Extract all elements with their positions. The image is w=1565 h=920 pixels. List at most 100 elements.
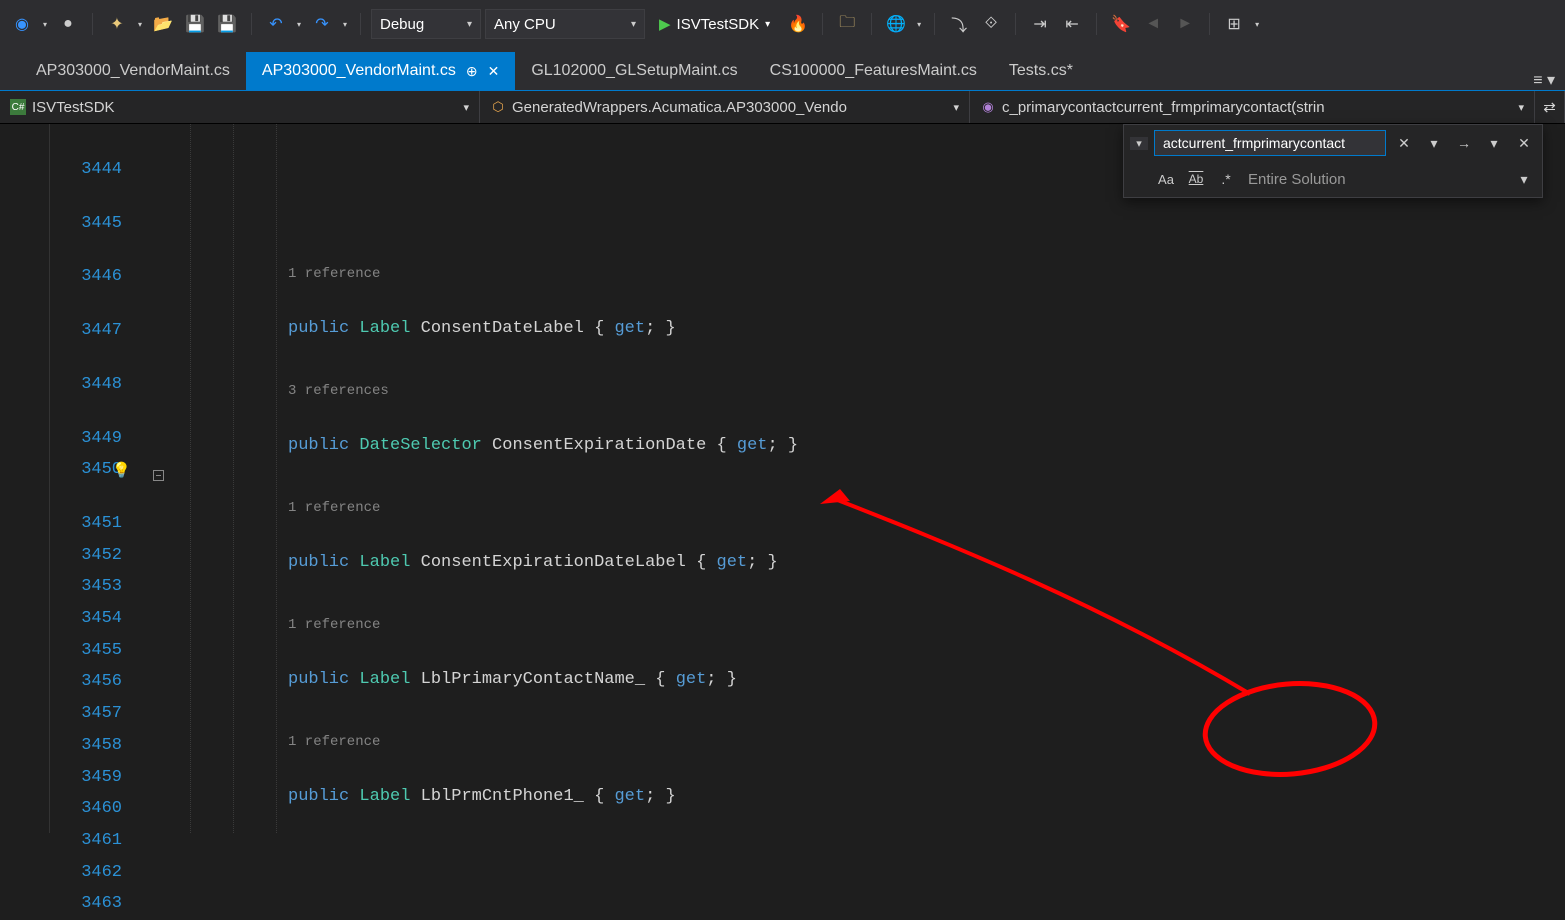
method-icon: ◉ xyxy=(980,99,996,115)
find-in-files-icon[interactable]: 🗀 xyxy=(833,10,861,38)
expand-replace-toggle[interactable]: ▾ xyxy=(1130,137,1148,150)
lineno xyxy=(50,239,122,261)
lineno: 3445 xyxy=(50,208,122,240)
tab-label: CS100000_FeaturesMaint.cs xyxy=(770,62,977,80)
match-case-icon[interactable]: Aa xyxy=(1154,167,1178,191)
whole-word-icon[interactable]: Ab xyxy=(1184,167,1208,191)
tab-tests[interactable]: Tests.cs* xyxy=(993,52,1089,90)
open-folder-icon[interactable]: 📂 xyxy=(149,10,177,38)
lineno: 3448 xyxy=(50,369,122,401)
lightbulb-icon[interactable]: 💡 xyxy=(112,461,131,479)
lineno: 3456 xyxy=(50,666,122,698)
find-panel-close-icon[interactable]: ✕ xyxy=(1512,131,1536,155)
lineno xyxy=(50,186,122,208)
lineno xyxy=(50,132,122,154)
lineno: 3457 xyxy=(50,698,122,730)
step-into-icon[interactable]: ⤵ xyxy=(945,10,973,38)
tab-vendor-active[interactable]: AP303000_VendorMaint.cs ⊕ ✕ xyxy=(246,52,515,90)
editor[interactable]: 3444 3445 3446 3447 3448 3449 3450 3451 … xyxy=(0,124,1565,833)
separator xyxy=(871,13,872,35)
close-icon[interactable]: ✕ xyxy=(488,63,500,80)
chevron-down-icon: ▾ xyxy=(1518,101,1524,114)
lineno xyxy=(50,293,122,315)
find-scope-label[interactable]: Entire Solution xyxy=(1244,171,1506,188)
hot-reload-icon[interactable]: 🔥 xyxy=(784,10,812,38)
find-close-icon[interactable]: ✕ xyxy=(1392,131,1416,155)
chevron-down-icon: ▾ xyxy=(953,101,959,114)
scope-dropdown-icon[interactable]: ▾ xyxy=(1512,167,1536,191)
tab-label: Tests.cs* xyxy=(1009,62,1073,80)
lineno: 3449 xyxy=(50,423,122,455)
lineno xyxy=(50,347,122,369)
step-over-icon[interactable]: ⟐ xyxy=(977,10,1005,38)
nav-project-label: ISVTestSDK xyxy=(32,99,115,116)
codelens[interactable]: 1 reference xyxy=(168,610,1565,632)
class-icon: ⬡ xyxy=(490,99,506,115)
nav-member-dropdown[interactable]: ◉ c_primarycontactcurrent_frmprimarycont… xyxy=(970,91,1535,123)
navigation-bar: C# ISVTestSDK ▾ ⬡ GeneratedWrappers.Acum… xyxy=(0,90,1565,124)
find-dropdown-icon[interactable]: ▾ xyxy=(1422,131,1446,155)
lineno xyxy=(50,486,122,508)
separator xyxy=(822,13,823,35)
lineno: 3451 xyxy=(50,508,122,540)
redo-icon[interactable]: ↷ xyxy=(308,10,336,38)
nav-class-dropdown[interactable]: ⬡ GeneratedWrappers.Acumatica.AP303000_V… xyxy=(480,91,970,123)
undo-icon[interactable]: ↶ xyxy=(262,10,290,38)
nav-back-button[interactable]: ◉ xyxy=(8,10,36,38)
main-toolbar: ◉ ▾ ● ✦ ▾ 📂 💾 💾 ↶ ▾ ↷ ▾ Debug ▾ Any CPU … xyxy=(0,0,1565,48)
save-all-icon[interactable]: 💾 xyxy=(213,10,241,38)
tab-features[interactable]: CS100000_FeaturesMaint.cs xyxy=(754,52,993,90)
extensions-menu[interactable]: ▾ xyxy=(1252,16,1262,32)
lineno: 3452 xyxy=(50,540,122,572)
codelens[interactable]: 1 reference xyxy=(168,493,1565,515)
tab-vendor-inactive[interactable]: AP303000_VendorMaint.cs xyxy=(20,52,246,90)
lineno: 3460 xyxy=(50,793,122,825)
platform-dropdown[interactable]: Any CPU ▾ xyxy=(485,9,645,39)
outdent-icon[interactable]: ⇤ xyxy=(1058,10,1086,38)
pin-icon[interactable]: ⊕ xyxy=(466,63,478,80)
find-menu-icon[interactable]: ▾ xyxy=(1482,131,1506,155)
codelens[interactable]: 1 reference xyxy=(168,259,1565,281)
code-content[interactable]: 1 reference public Label ConsentDateLabe… xyxy=(168,124,1565,833)
find-input[interactable] xyxy=(1154,130,1386,156)
start-debug-button[interactable]: ▶ ISVTestSDK ▾ xyxy=(649,9,780,39)
separator xyxy=(92,13,93,35)
regex-icon[interactable]: .* xyxy=(1214,167,1238,191)
nav-swap-button[interactable]: ⇄ xyxy=(1535,91,1565,123)
config-dropdown[interactable]: Debug ▾ xyxy=(371,9,481,39)
nav-forward-button[interactable]: ● xyxy=(54,10,82,38)
tab-overflow[interactable]: ≡ ▾ xyxy=(1533,70,1565,90)
codelens[interactable]: 3 references xyxy=(168,376,1565,398)
platform-value: Any CPU xyxy=(494,16,556,33)
codelens[interactable]: 1 reference xyxy=(168,727,1565,749)
next-bookmark-icon[interactable]: ► xyxy=(1171,10,1199,38)
lineno: 3461 xyxy=(50,825,122,857)
chevron-down-icon: ▾ xyxy=(765,19,770,30)
redo-menu[interactable]: ▾ xyxy=(340,16,350,32)
lineno: 3462 xyxy=(50,857,122,889)
find-panel: ▾ ✕ ▾ → ▾ ✕ Aa Ab .* Entire Solution ▾ xyxy=(1123,124,1543,198)
lineno: 3454 xyxy=(50,603,122,635)
bookmark-icon[interactable]: 🔖 xyxy=(1107,10,1135,38)
extensions-icon[interactable]: ⊞ xyxy=(1220,10,1248,38)
chevron-down-icon: ▾ xyxy=(463,101,469,114)
lineno: 3459 xyxy=(50,762,122,794)
lineno: 3458 xyxy=(50,730,122,762)
indent-icon[interactable]: ⇥ xyxy=(1026,10,1054,38)
new-file-menu[interactable]: ▾ xyxy=(135,16,145,32)
find-next-icon[interactable]: → xyxy=(1452,131,1476,155)
nav-back-menu[interactable]: ▾ xyxy=(40,16,50,32)
undo-menu[interactable]: ▾ xyxy=(294,16,304,32)
fold-toggle[interactable] xyxy=(153,470,164,481)
lineno: 3455 xyxy=(50,635,122,667)
lineno: 3444 xyxy=(50,154,122,186)
browser-link-menu[interactable]: ▾ xyxy=(914,16,924,32)
nav-project-dropdown[interactable]: C# ISVTestSDK ▾ xyxy=(0,91,480,123)
tab-glsetup[interactable]: GL102000_GLSetupMaint.cs xyxy=(515,52,753,90)
browser-link-icon[interactable]: 🌐 xyxy=(882,10,910,38)
save-icon[interactable]: 💾 xyxy=(181,10,209,38)
prev-bookmark-icon[interactable]: ◄ xyxy=(1139,10,1167,38)
new-file-icon[interactable]: ✦ xyxy=(103,10,131,38)
glyph-margin xyxy=(0,124,50,833)
document-tabs: AP303000_VendorMaint.cs AP303000_VendorM… xyxy=(0,48,1565,90)
